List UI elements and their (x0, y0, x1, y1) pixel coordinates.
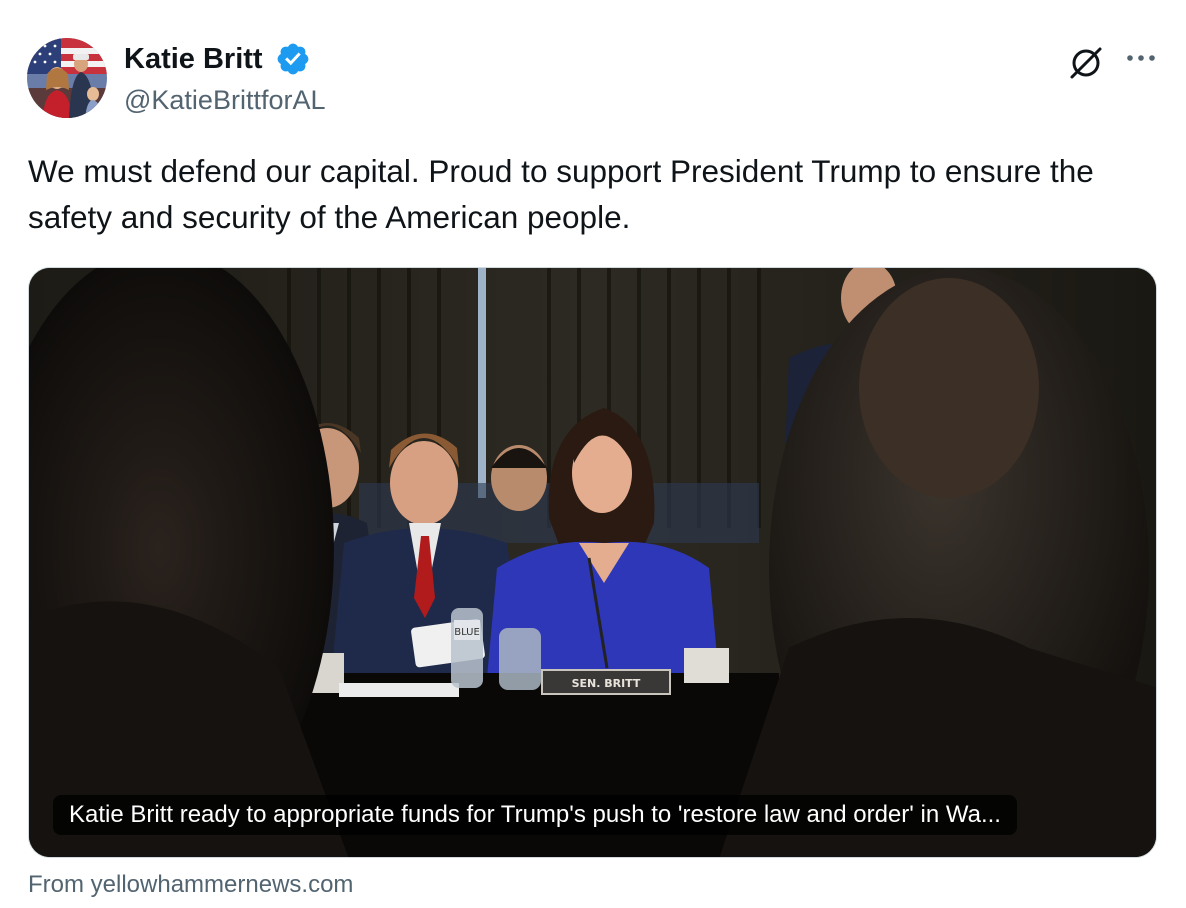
avatar-photo (27, 38, 107, 118)
nameplate: SEN. BRITT (572, 677, 641, 690)
bottle-label: BLUE (454, 627, 480, 638)
avatar[interactable] (27, 38, 107, 118)
display-name[interactable]: Katie Britt (124, 42, 263, 76)
link-card[interactable]: BLUE SEN. BRITT Katie Britt ready to app… (28, 267, 1157, 858)
grok-icon (1070, 47, 1102, 79)
post-text: We must defend our capital. Proud to sup… (28, 153, 1094, 235)
grok-button[interactable] (1064, 40, 1108, 84)
handle[interactable]: @KatieBrittforAL (124, 84, 326, 116)
link-source[interactable]: From yellowhammernews.com (28, 870, 353, 900)
link-card-title: Katie Britt ready to appropriate funds f… (53, 795, 1017, 835)
more-button[interactable] (1120, 40, 1164, 76)
article-photo: BLUE SEN. BRITT (29, 268, 1156, 857)
verified-badge-icon (277, 43, 309, 75)
more-dots-icon (1127, 55, 1155, 61)
